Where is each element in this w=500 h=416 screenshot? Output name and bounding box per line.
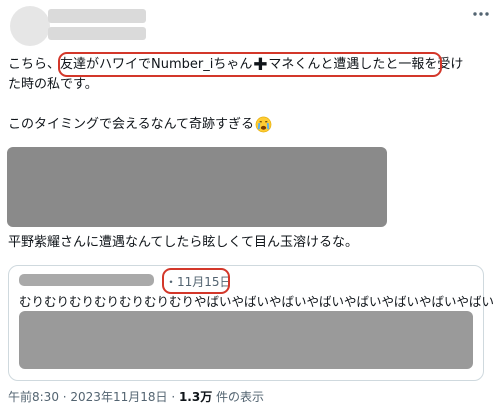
post-text-line-2: た時の私です。 [8,77,98,92]
more-options-button[interactable] [466,2,496,26]
post-text-line-3: このタイミングで会えるなんて奇跡すぎる [8,116,272,139]
redacted-quoted-media[interactable] [19,311,473,369]
date-separator: ・ [165,275,178,289]
post-date[interactable]: 2023年11月18日 [70,390,167,404]
quoted-post-date-text: 11月15日 [177,275,232,289]
post-time[interactable]: 午前8:30 [8,390,59,404]
post-text-line-4: 平野紫耀さんに遭遇なんてしたら眩しくて目ん玉溶けるな。 [8,235,358,250]
views-count: 1.3万 [178,390,213,404]
post-text-segment: このタイミングで会えるなんて奇跡すぎる [8,117,254,132]
quoted-post-text: むりむりむりむりむりむりむりやばいやばいやばいやばいやばいやばいやばいやばい [19,294,495,309]
post-text-line-1: こちら、友達がハワイでNumber_iちゃん✚マネくんと遭遇したと一報を受け [8,56,463,74]
redacted-media[interactable] [7,147,387,227]
quoted-post-card[interactable]: ・11月15日 むりむりむりむりむりむりむりやばいやばいやばいやばいやばいやばい… [8,265,494,381]
quoted-post-date[interactable]: ・11月15日 [165,275,232,289]
post-text-segment: こちら、 [8,57,61,72]
redacted-quoted-author[interactable] [19,274,154,286]
post-meta: 午前8:30 · 2023年11月18日 · 1.3万 件の表示 [8,389,264,405]
crying-face-emoji [255,116,272,139]
plus-icon: ✚ [253,55,268,75]
post-text-segment-highlighted: 友達がハワイでNumber_iちゃん [60,57,253,72]
redacted-user-handle[interactable] [48,27,146,40]
more-options-icon [473,12,489,16]
meta-separator: · [167,390,179,404]
avatar[interactable] [10,6,50,46]
views-label: 件の表示 [212,390,265,404]
meta-separator: · [58,390,71,404]
post-text-segment-highlighted-2: マネくんと遭遇したと一報を受け [268,57,464,72]
redacted-display-name[interactable] [48,9,146,23]
